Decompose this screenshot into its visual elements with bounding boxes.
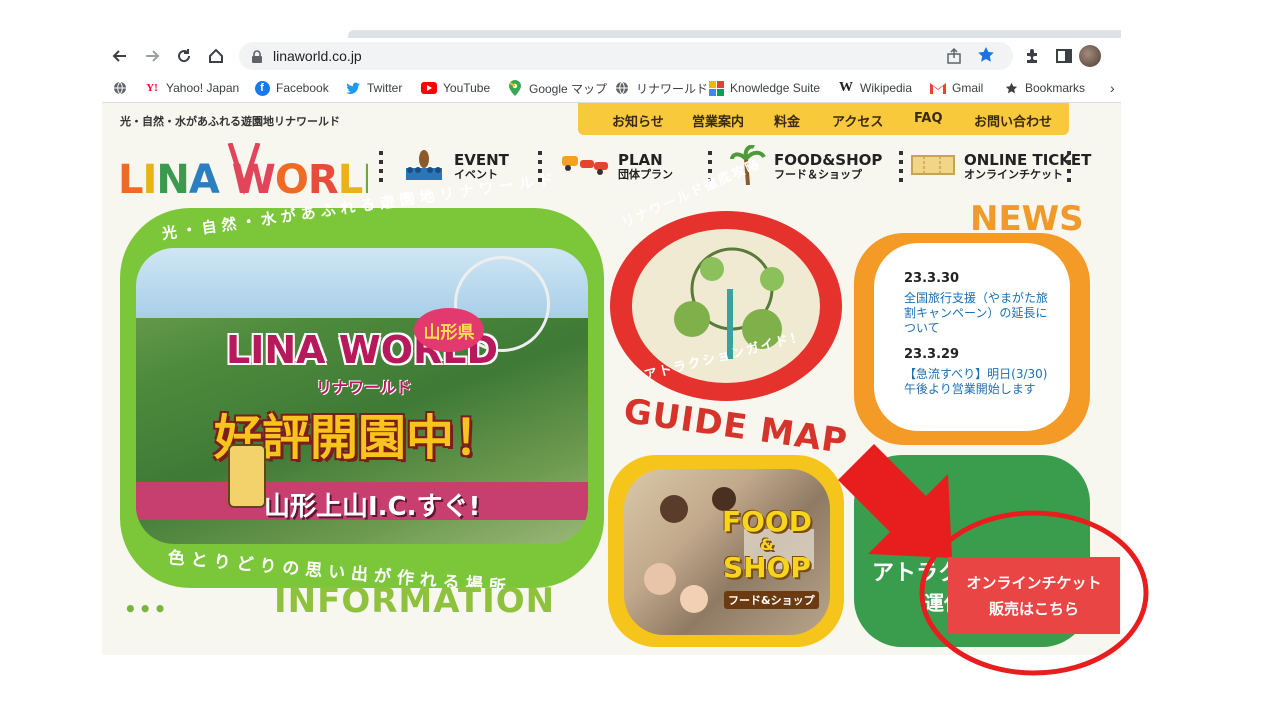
bookmark-yahoo[interactable]: Y! Yahoo! Japan: [144, 78, 239, 98]
side-panel-icon[interactable]: [1052, 44, 1076, 68]
bookmark-bookmarks[interactable]: Bookmarks: [1003, 78, 1085, 98]
top-nav-contact[interactable]: お問い合わせ: [974, 111, 1052, 130]
bookmark-facebook[interactable]: f Facebook: [254, 78, 329, 98]
top-nav-price[interactable]: 料金: [774, 111, 800, 130]
bookmark-knowledge-suite[interactable]: Knowledge Suite: [708, 78, 820, 98]
nav-online-ticket[interactable]: ONLINE TICKET オンラインチケット: [910, 147, 1091, 187]
star-icon: [1003, 80, 1019, 96]
bookmark-label: Gmail: [952, 81, 984, 95]
bookmark-label: リナワールド: [636, 81, 709, 96]
bookmarks-bar: Y! Yahoo! Japan f Facebook Twitter YouTu…: [102, 74, 1121, 103]
top-nav-business[interactable]: 営業案内: [692, 111, 744, 130]
nav-separator: [1067, 151, 1071, 185]
browser-toolbar: linaworld.co.jp: [102, 38, 1121, 74]
home-icon[interactable]: [204, 44, 228, 68]
information-title: INFORMATION: [274, 581, 556, 621]
nav-ticket-label: ONLINE TICKET: [964, 151, 1092, 170]
bookmark-linaworld[interactable]: リナワールド: [614, 78, 708, 98]
news-date: 23.3.29: [904, 347, 960, 362]
nav-separator: [379, 151, 383, 185]
mascot-face-icon: [228, 444, 266, 508]
news-date: 23.3.30: [904, 271, 960, 286]
nav-food-sublabel: フード＆ショップ: [774, 168, 862, 182]
news-list: 23.3.30 全国旅行支援（やまがた旅割キャンペーン）の延長について 23.3…: [874, 243, 1070, 431]
more-bookmarks-chevron-icon[interactable]: ›: [1110, 78, 1115, 98]
nav-separator: [899, 151, 903, 185]
event-icon: [402, 148, 446, 186]
bookmark-label: Yahoo! Japan: [166, 81, 240, 95]
apps-globe-icon[interactable]: [112, 78, 128, 98]
nav-ticket-sublabel: オンラインチケット: [964, 168, 1063, 182]
url-text[interactable]: linaworld.co.jp: [273, 48, 362, 64]
forward-icon[interactable]: [140, 44, 164, 68]
bookmark-label: Google マップ: [529, 81, 608, 96]
top-nav-access[interactable]: アクセス: [832, 111, 883, 130]
share-icon[interactable]: [945, 47, 963, 69]
bookmark-wikipedia[interactable]: W Wikipedia: [838, 78, 912, 98]
yahoo-icon: Y!: [146, 82, 158, 94]
top-nav: お知らせ 営業案内 料金 アクセス FAQ お問い合わせ: [578, 103, 1069, 135]
guide-map-title[interactable]: GUIDE MAP: [621, 391, 850, 462]
twitter-icon: [345, 80, 361, 96]
knowledge-suite-icon: [708, 80, 724, 96]
facebook-icon: f: [254, 80, 270, 96]
nav-food-label: FOOD&SHOP: [774, 151, 883, 170]
bookmark-star-icon[interactable]: [977, 46, 995, 68]
hero-logo-kana: リナワールド: [316, 378, 413, 397]
bookmark-twitter[interactable]: Twitter: [345, 78, 402, 98]
bookmark-label: Twitter: [367, 81, 403, 95]
bookmark-label: Facebook: [276, 81, 329, 95]
bookmark-gmail[interactable]: Gmail: [930, 78, 983, 98]
highlight-circle: [919, 510, 1149, 676]
wikipedia-icon: W: [839, 80, 853, 95]
bookmark-label: Wikipedia: [860, 81, 913, 95]
youtube-icon: [421, 80, 437, 96]
globe-icon: [614, 80, 630, 96]
top-nav-news[interactable]: お知らせ: [612, 111, 664, 130]
bookmark-youtube[interactable]: YouTube: [421, 78, 490, 98]
extensions-icon[interactable]: [1020, 44, 1044, 68]
bookmark-label: Knowledge Suite: [730, 81, 821, 95]
nav-plan[interactable]: PLAN 団体プラン: [560, 147, 673, 187]
bookmark-google-maps[interactable]: Google マップ: [507, 78, 607, 98]
food-shop-subtitle: フード&ショップ: [724, 591, 819, 609]
gmail-icon: [930, 80, 946, 96]
profile-avatar[interactable]: [1078, 44, 1102, 68]
bookmark-label: YouTube: [443, 81, 491, 95]
top-nav-faq[interactable]: FAQ: [914, 111, 943, 126]
tab-strip: [102, 29, 1121, 38]
site-tagline: 光・自然・水があふれる遊園地リナワールド: [120, 115, 340, 128]
hero-access-text: 山形上山I.C.すぐ!: [264, 492, 481, 522]
food-shop-title: FOOD & SHOP: [722, 507, 812, 583]
news-link[interactable]: 【急流すべり】明日(3/30)午後より営業開始します: [904, 367, 1054, 397]
bus-icon: [560, 150, 610, 184]
svg-text:LINA WORLD: LINA WORLD: [118, 157, 368, 199]
reload-icon[interactable]: [172, 44, 196, 68]
lock-icon[interactable]: [251, 49, 263, 68]
info-decoration-icon: •••: [124, 597, 169, 621]
hero-photo[interactable]: LINA WORLD リナワールド 山形県 好評開園中！ 山形上山I.C.すぐ!: [136, 248, 588, 544]
bookmark-label: Bookmarks: [1025, 81, 1086, 95]
nav-plan-label: PLAN: [618, 151, 663, 170]
back-icon[interactable]: [108, 44, 132, 68]
google-maps-icon: [507, 80, 523, 96]
food-title-line2: SHOP: [723, 551, 811, 584]
hero-prefecture-badge: 山形県: [414, 308, 484, 352]
news-link[interactable]: 全国旅行支援（やまがた旅割キャンペーン）の延長について: [904, 291, 1054, 336]
nav-event-label: EVENT: [454, 151, 509, 170]
address-bar[interactable]: linaworld.co.jp: [239, 42, 1013, 70]
ticket-icon: [910, 150, 956, 184]
nav-plan-sublabel: 団体プラン: [618, 168, 673, 182]
food-title-line1: FOOD: [722, 505, 812, 538]
